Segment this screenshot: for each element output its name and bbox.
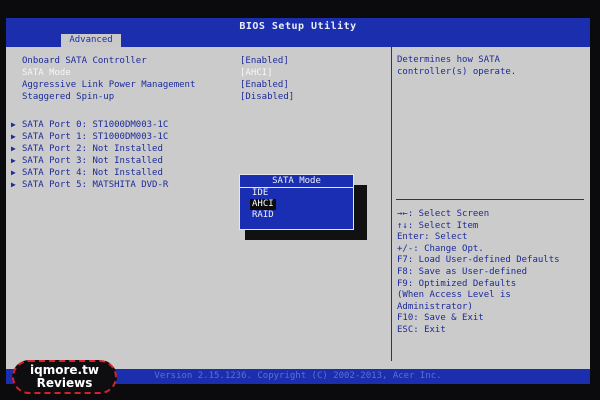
key-help-panel: →←: Select Screen ↑↓: Select Item Enter:… xyxy=(397,209,587,337)
setting-staggered-spin-up[interactable]: Staggered Spin-up [Disabled] xyxy=(22,92,382,104)
port-label: SATA Port 4: Not Installed xyxy=(22,168,163,178)
header-bar: BIOS Setup Utility Advanced xyxy=(6,18,590,47)
sata-port-2[interactable]: ▶ SATA Port 2: Not Installed xyxy=(11,144,382,156)
help-divider xyxy=(396,199,584,200)
help-text-line: Determines how SATA xyxy=(397,55,500,65)
triangle-right-icon: ▶ xyxy=(11,156,16,165)
setting-label: Onboard SATA Controller xyxy=(22,56,147,66)
setting-label: Staggered Spin-up xyxy=(22,92,115,102)
help-panel: Determines how SATA controller(s) operat… xyxy=(397,55,582,79)
popup-title: SATA Mode xyxy=(240,175,353,188)
help-text-line: controller(s) operate. xyxy=(397,67,517,77)
panel-divider xyxy=(391,47,392,361)
setting-label: SATA Mode xyxy=(22,68,71,78)
triangle-right-icon: ▶ xyxy=(11,120,16,129)
key-help-line: ESC: Exit xyxy=(397,324,446,335)
port-label: SATA Port 1: ST1000DM003-1C xyxy=(22,132,169,142)
key-help-line: Enter: Select xyxy=(397,232,468,243)
port-label: SATA Port 0: ST1000DM003-1C xyxy=(22,120,169,130)
key-help-line: (When Access Level is xyxy=(397,290,511,301)
key-help-line: +/-: Change Opt. xyxy=(397,243,484,254)
setting-value[interactable]: [AHCI] xyxy=(240,68,273,78)
sata-port-1[interactable]: ▶ SATA Port 1: ST1000DM003-1C xyxy=(11,132,382,144)
key-help-line: Administrator) xyxy=(397,301,473,312)
triangle-right-icon: ▶ xyxy=(11,132,16,141)
key-help-line: F8: Save as User-defined xyxy=(397,266,528,277)
bios-screen: BIOS Setup Utility Advanced Onboard SATA… xyxy=(0,0,600,400)
port-label: SATA Port 3: Not Installed xyxy=(22,156,163,166)
setting-sata-mode[interactable]: SATA Mode [AHCI] xyxy=(22,68,382,80)
port-label: SATA Port 5: MATSHITA DVD-R xyxy=(22,180,169,190)
sata-port-0[interactable]: ▶ SATA Port 0: ST1000DM003-1C xyxy=(11,120,382,132)
port-label: SATA Port 2: Not Installed xyxy=(22,144,163,154)
setting-label: Aggressive Link Power Management xyxy=(22,80,196,90)
setting-value[interactable]: [Enabled] xyxy=(240,80,289,90)
popup-option-ide[interactable]: IDE xyxy=(250,188,270,199)
watermark-logo: iqmore.tw Reviews xyxy=(12,360,117,394)
key-help-line: F10: Save & Exit xyxy=(397,313,484,324)
key-help-line: F9: Optimized Defaults xyxy=(397,278,517,289)
setting-value[interactable]: [Disabled] xyxy=(240,92,294,102)
key-help-line: ↑↓: Select Item xyxy=(397,220,479,231)
setting-value[interactable]: [Enabled] xyxy=(240,56,289,66)
watermark-line2: Reviews xyxy=(36,376,93,390)
key-help-line: →←: Select Screen xyxy=(397,209,490,219)
popup-option-ahci[interactable]: AHCI xyxy=(250,199,276,210)
popup-option-raid[interactable]: RAID xyxy=(250,210,276,221)
key-help-line: F7: Load User-defined Defaults xyxy=(397,255,560,266)
settings-list: Onboard SATA Controller [Enabled] SATA M… xyxy=(11,56,382,192)
setting-aggressive-link-power[interactable]: Aggressive Link Power Management [Enable… xyxy=(22,80,382,92)
page-title: BIOS Setup Utility xyxy=(239,21,357,32)
tab-advanced[interactable]: Advanced xyxy=(61,34,121,47)
triangle-right-icon: ▶ xyxy=(11,168,16,177)
sata-mode-popup: SATA Mode IDE AHCI RAID xyxy=(239,174,354,230)
triangle-right-icon: ▶ xyxy=(11,144,16,153)
setting-onboard-sata-controller[interactable]: Onboard SATA Controller [Enabled] xyxy=(22,56,382,68)
sata-port-3[interactable]: ▶ SATA Port 3: Not Installed xyxy=(11,156,382,168)
triangle-right-icon: ▶ xyxy=(11,180,16,189)
